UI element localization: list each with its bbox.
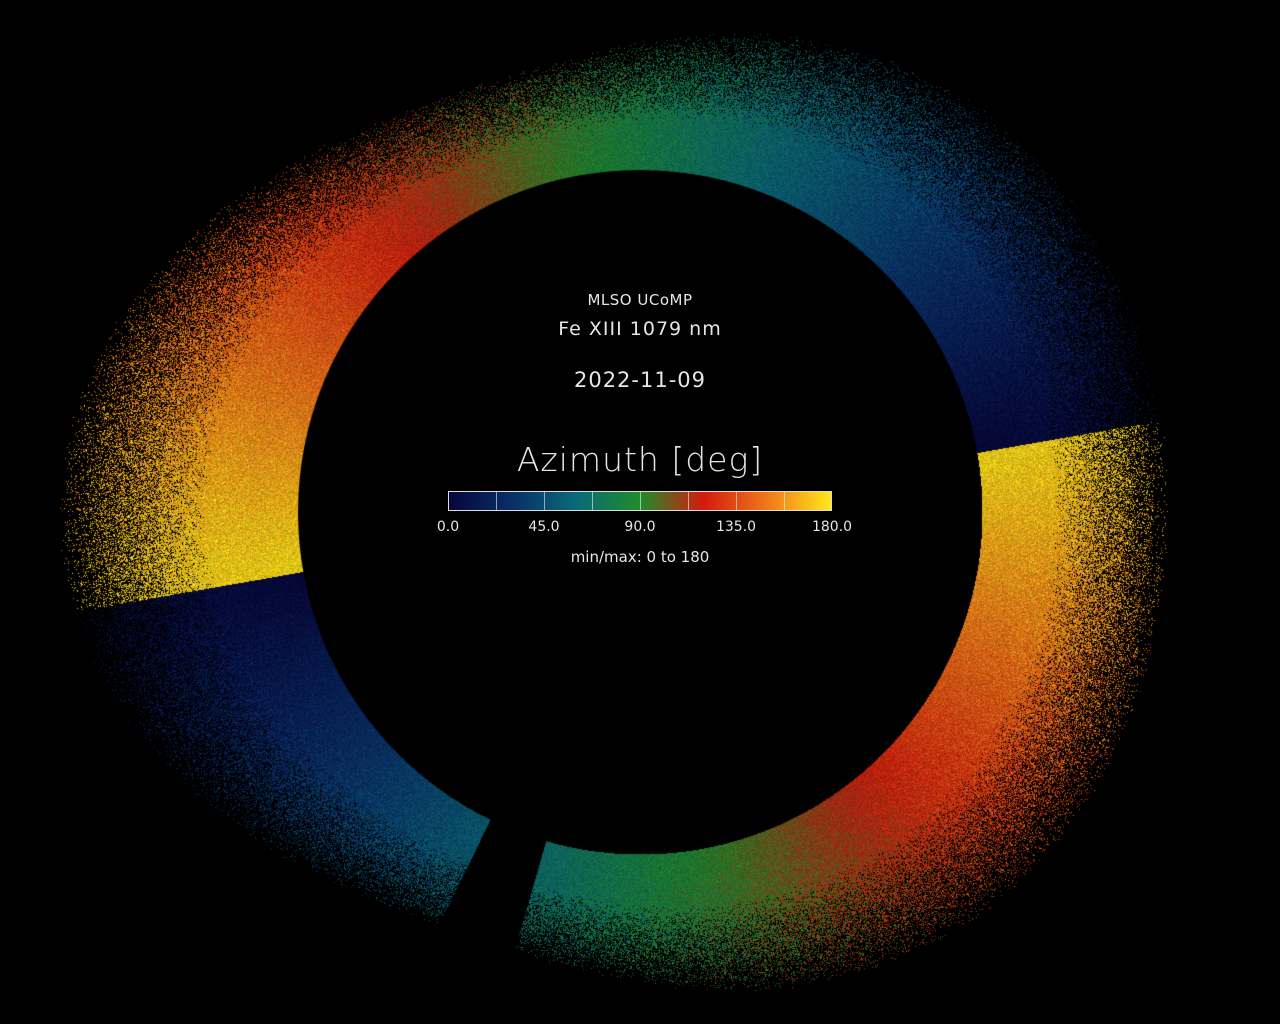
observation-date: 2022-11-09 — [573, 368, 707, 392]
colorbar-tick-0: 0.0 — [436, 519, 460, 535]
colorbar-tick-90: 90.0 — [624, 519, 656, 535]
colorbar-tick-135: 135.0 — [715, 519, 757, 535]
emission-line-label: Fe XIII 1079 nm — [558, 318, 722, 340]
observatory-title: MLSO UCoMP — [587, 291, 693, 309]
colorbar-range: min/max: 0 to 180 — [570, 548, 710, 566]
colorbar-tick-45: 45.0 — [528, 519, 560, 535]
colorbar — [448, 491, 832, 511]
colorbar-title: Azimuth [deg] — [516, 440, 764, 479]
corona-azimuth-image — [0, 0, 1280, 1024]
colorbar-tick-180: 180.0 — [811, 519, 853, 535]
solar-image-viewport: MLSO UCoMP Fe XIII 1079 nm 2022-11-09 Az… — [0, 0, 1280, 1024]
